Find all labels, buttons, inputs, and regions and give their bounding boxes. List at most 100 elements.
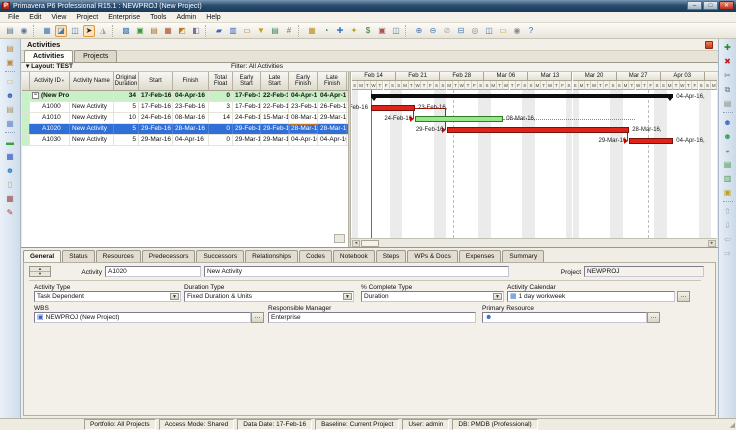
cell-start[interactable]: 29-Mar-16 [139, 135, 173, 145]
cell-od[interactable]: 5 [114, 124, 139, 134]
table-row[interactable]: A1000New Activity517-Feb-1623-Feb-16317-… [22, 102, 348, 113]
details-tab-successors[interactable]: Successors [196, 250, 244, 262]
cell-name[interactable] [70, 91, 114, 101]
cell-tf[interactable]: 3 [209, 102, 233, 112]
column-header-ef[interactable]: Early Finish [289, 72, 318, 90]
cell-ls[interactable]: 22-Feb-16 [261, 102, 289, 112]
collapse-icon[interactable]: − [32, 92, 39, 99]
cell-id[interactable]: −(New Project) [30, 91, 70, 101]
column-header-start[interactable]: Start [139, 72, 173, 90]
picture-icon[interactable]: ▦ [4, 118, 16, 129]
cell-name[interactable]: New Activity [70, 135, 114, 145]
gantt-bar-A1030[interactable] [629, 138, 673, 144]
assign-code-icon[interactable]: ◒ [722, 145, 734, 156]
spotlight-icon[interactable]: # [283, 25, 295, 37]
table-row[interactable]: −(New Project)3417-Feb-1604-Apr-16017-Fe… [22, 91, 348, 102]
link-mode-icon[interactable]: ◮ [97, 25, 109, 37]
tiles-icon[interactable]: ▦ [4, 151, 16, 162]
activity-id-field[interactable]: A1020 [105, 266, 201, 277]
reports-window-icon[interactable]: ◧ [190, 25, 202, 37]
pct-complete-type-select[interactable]: Duration▼ [361, 291, 504, 302]
column-header-tf[interactable]: Total Float [209, 72, 233, 90]
scroll-left-arrow[interactable]: ◂ [352, 240, 360, 247]
gantt-bar-project-summary[interactable] [371, 94, 673, 98]
cell-id[interactable]: A1000 [30, 102, 70, 112]
responsible-manager-field[interactable]: Enterprise [268, 312, 476, 323]
timescale-week[interactable]: Mar 27 [617, 72, 661, 81]
filter-icon[interactable]: ▼ [255, 25, 267, 37]
details-tab-summary[interactable]: Summary [502, 250, 544, 262]
primary-resource-field[interactable]: ☻ [482, 312, 647, 323]
gantt-horizontal-scrollbar[interactable]: ◂ ▸ [351, 238, 717, 247]
assign-resources-icon[interactable]: ✚ [334, 25, 346, 37]
column-header-id[interactable]: Activity ID ▼ [30, 72, 70, 90]
column-header-lf[interactable]: Late Finish [318, 72, 347, 90]
cell-od[interactable]: 10 [114, 113, 139, 123]
scroll-right-arrow[interactable]: ▸ [708, 240, 716, 247]
cell-ef[interactable]: 28-Mar-16 [289, 124, 318, 134]
notes-icon[interactable]: ▭ [497, 25, 509, 37]
cell-tf[interactable]: 0 [209, 124, 233, 134]
gantt-bar-A1000[interactable] [371, 105, 415, 111]
folder-icon[interactable]: ▭ [4, 76, 16, 87]
document-icon[interactable]: ▯ [4, 179, 16, 190]
cell-start[interactable]: 24-Feb-16 [139, 113, 173, 123]
column-header-name[interactable]: Activity Name [70, 72, 114, 90]
move-down-icon[interactable]: ⇩ [722, 220, 734, 231]
timescale-icon[interactable]: ◫ [390, 25, 402, 37]
chevron-down-icon[interactable]: ▼ [170, 293, 179, 300]
documents-icon[interactable]: ▣ [722, 187, 734, 198]
details-tab-relationships[interactable]: Relationships [245, 250, 298, 262]
wbs-field[interactable]: ▣NEWPROJ (New Project) [34, 312, 251, 323]
cell-es[interactable]: 24-Feb-16 [233, 113, 261, 123]
cell-es[interactable]: 29-Feb-16 [233, 124, 261, 134]
cell-id[interactable]: A1010 [30, 113, 70, 123]
cell-ef[interactable]: 04-Apr-16 [289, 135, 318, 145]
column-header-ls[interactable]: Late Start [261, 72, 289, 90]
tab-activities[interactable]: Activities [24, 50, 73, 62]
cell-tf[interactable]: 0 [209, 91, 233, 101]
cell-od[interactable]: 34 [114, 91, 139, 101]
level-resources-icon[interactable]: ◔ [320, 25, 332, 37]
cell-finish[interactable]: 08-Mar-16 [173, 113, 209, 123]
cell-ef[interactable]: 23-Feb-16 [289, 102, 318, 112]
cell-finish[interactable]: 28-Mar-16 [173, 124, 209, 134]
zoom-100-icon[interactable]: ⊘ [441, 25, 453, 37]
cell-start[interactable]: 17-Feb-16 [139, 91, 173, 101]
delete-icon[interactable]: ✖ [722, 56, 734, 67]
cell-name[interactable]: New Activity [70, 124, 114, 134]
move-left-icon[interactable]: ⇦ [722, 234, 734, 245]
column-header-es[interactable]: Early Start [233, 72, 261, 90]
print-icon[interactable]: ▤ [4, 25, 16, 37]
timescale-day[interactable]: M [711, 81, 717, 90]
activity-stepper[interactable]: ▲▼ [29, 266, 51, 277]
fit-window-icon[interactable]: ⊟ [455, 25, 467, 37]
wbs-browse-button[interactable]: … [251, 312, 264, 323]
costs-icon[interactable]: $ [362, 25, 374, 37]
assign-role-icon[interactable]: ☻ [722, 131, 734, 142]
split-view-icon[interactable]: ◫ [483, 25, 495, 37]
group-sort-icon[interactable]: ▤ [269, 25, 281, 37]
details-tab-general[interactable]: General [23, 250, 61, 262]
cell-ls[interactable]: 22-Feb-16 [261, 91, 289, 101]
print-preview-icon[interactable]: ◉ [18, 25, 30, 37]
cell-finish[interactable]: 04-Apr-16 [173, 135, 209, 145]
cell-lf[interactable]: 29-Mar-16 [318, 113, 347, 123]
zoom-out-icon[interactable]: ⊖ [427, 25, 439, 37]
cell-es[interactable]: 29-Mar-16 [233, 135, 261, 145]
column-header-finish[interactable]: Finish [173, 72, 209, 90]
cell-ls[interactable]: 29-Mar-16 [261, 135, 289, 145]
focus-icon[interactable]: ◎ [469, 25, 481, 37]
paste-icon[interactable]: ▤ [722, 98, 734, 109]
layout-options-bar[interactable]: ▾ Layout: TEST Filter: All Activities [21, 63, 718, 72]
maximize-button[interactable]: □ [703, 1, 718, 10]
chevron-down-icon[interactable]: ▼ [493, 293, 502, 300]
menu-view[interactable]: View [46, 12, 71, 22]
sort-filter-icon[interactable]: ▼ [61, 78, 65, 85]
wbs-window-icon[interactable]: ▤ [148, 25, 160, 37]
timescale-week[interactable]: Mar 06 [484, 72, 528, 81]
timescale-week[interactable]: Feb 28 [440, 72, 484, 81]
menu-help[interactable]: Help [201, 12, 225, 22]
cell-ef[interactable]: 04-Apr-16 [289, 91, 318, 101]
gantt-bar-A1010[interactable] [415, 116, 503, 122]
